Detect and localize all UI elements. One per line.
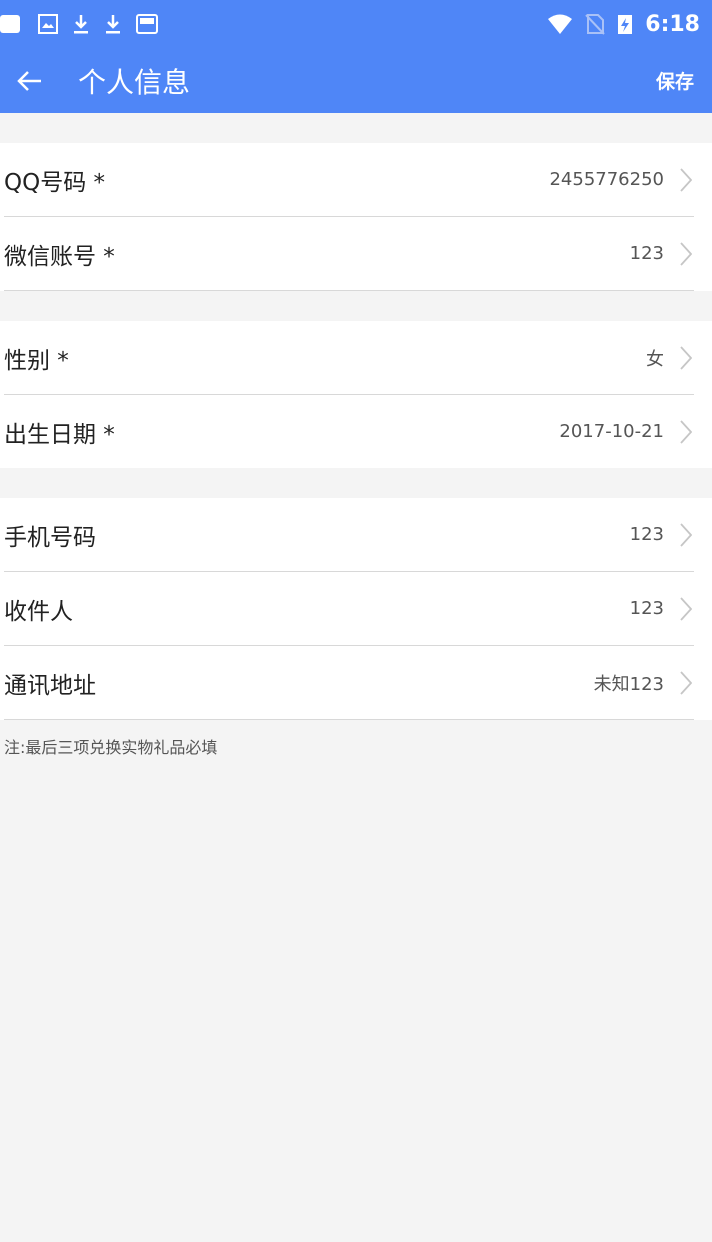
row-right: 123 xyxy=(629,596,712,621)
row-phone-number[interactable]: 手机号码 123 xyxy=(0,498,712,571)
row-wechat-account[interactable]: 微信账号 * 123 xyxy=(0,217,712,290)
row-right: 未知123 xyxy=(594,670,712,696)
row-label: 通讯地址 xyxy=(4,672,96,699)
row-right: 女 xyxy=(646,345,712,371)
status-time: 6:18 xyxy=(645,11,700,37)
notification-square-icon xyxy=(0,13,24,35)
profile-group: 性别 * 女 出生日期 * 2017-10-21 xyxy=(0,321,712,468)
row-birth-date[interactable]: 出生日期 * 2017-10-21 xyxy=(0,395,712,468)
row-right: 123 xyxy=(629,522,712,547)
chevron-right-icon xyxy=(680,241,692,266)
row-value: 女 xyxy=(646,348,664,370)
row-label: 出生日期 * xyxy=(4,421,115,448)
app-header: 个人信息 保存 xyxy=(0,48,712,113)
download-icon xyxy=(104,13,122,35)
save-button[interactable]: 保存 xyxy=(656,67,694,94)
row-value: 123 xyxy=(629,524,664,545)
row-mailing-address[interactable]: 通讯地址 未知123 xyxy=(0,646,712,719)
footnote: 注:最后三项兑换实物礼品必填 xyxy=(4,738,218,757)
status-right: 6:18 xyxy=(547,12,700,37)
row-right: 2455776250 xyxy=(549,167,712,192)
shipping-group: 手机号码 123 收件人 123 通讯地址 未知123 xyxy=(0,498,712,720)
row-value: 123 xyxy=(629,598,664,619)
row-value: 2455776250 xyxy=(549,169,664,190)
screen-icon xyxy=(136,14,158,34)
row-value: 123 xyxy=(629,243,664,264)
wifi-icon xyxy=(547,13,573,35)
chevron-right-icon xyxy=(680,419,692,444)
row-right: 123 xyxy=(629,241,712,266)
row-label: QQ号码 * xyxy=(4,169,106,196)
row-label: 微信账号 * xyxy=(4,243,115,270)
back-button[interactable] xyxy=(12,63,48,99)
header-left: 个人信息 xyxy=(12,61,190,101)
chevron-right-icon xyxy=(680,167,692,192)
row-label: 性别 * xyxy=(4,347,69,374)
row-value: 未知123 xyxy=(593,673,664,695)
row-value: 2017-10-21 xyxy=(559,421,664,442)
account-group: QQ号码 * 2455776250 微信账号 * 123 xyxy=(0,143,712,291)
page-title: 个人信息 xyxy=(78,65,191,99)
chevron-right-icon xyxy=(680,670,692,695)
arrow-left-icon xyxy=(17,70,41,91)
no-sim-icon xyxy=(585,13,605,35)
chevron-right-icon xyxy=(680,522,692,547)
divider xyxy=(4,290,694,291)
row-qq-number[interactable]: QQ号码 * 2455776250 xyxy=(0,143,712,216)
image-icon xyxy=(38,14,58,34)
row-recipient[interactable]: 收件人 123 xyxy=(0,572,712,645)
row-gender[interactable]: 性别 * 女 xyxy=(0,321,712,394)
status-bar: 6:18 xyxy=(0,0,712,48)
row-label: 手机号码 xyxy=(4,524,96,551)
row-right: 2017-10-21 xyxy=(559,419,712,444)
row-label: 收件人 xyxy=(4,598,73,625)
status-left xyxy=(0,13,158,35)
chevron-right-icon xyxy=(680,596,692,621)
download-icon xyxy=(72,13,90,35)
battery-charging-icon xyxy=(617,13,633,35)
chevron-right-icon xyxy=(680,345,692,370)
